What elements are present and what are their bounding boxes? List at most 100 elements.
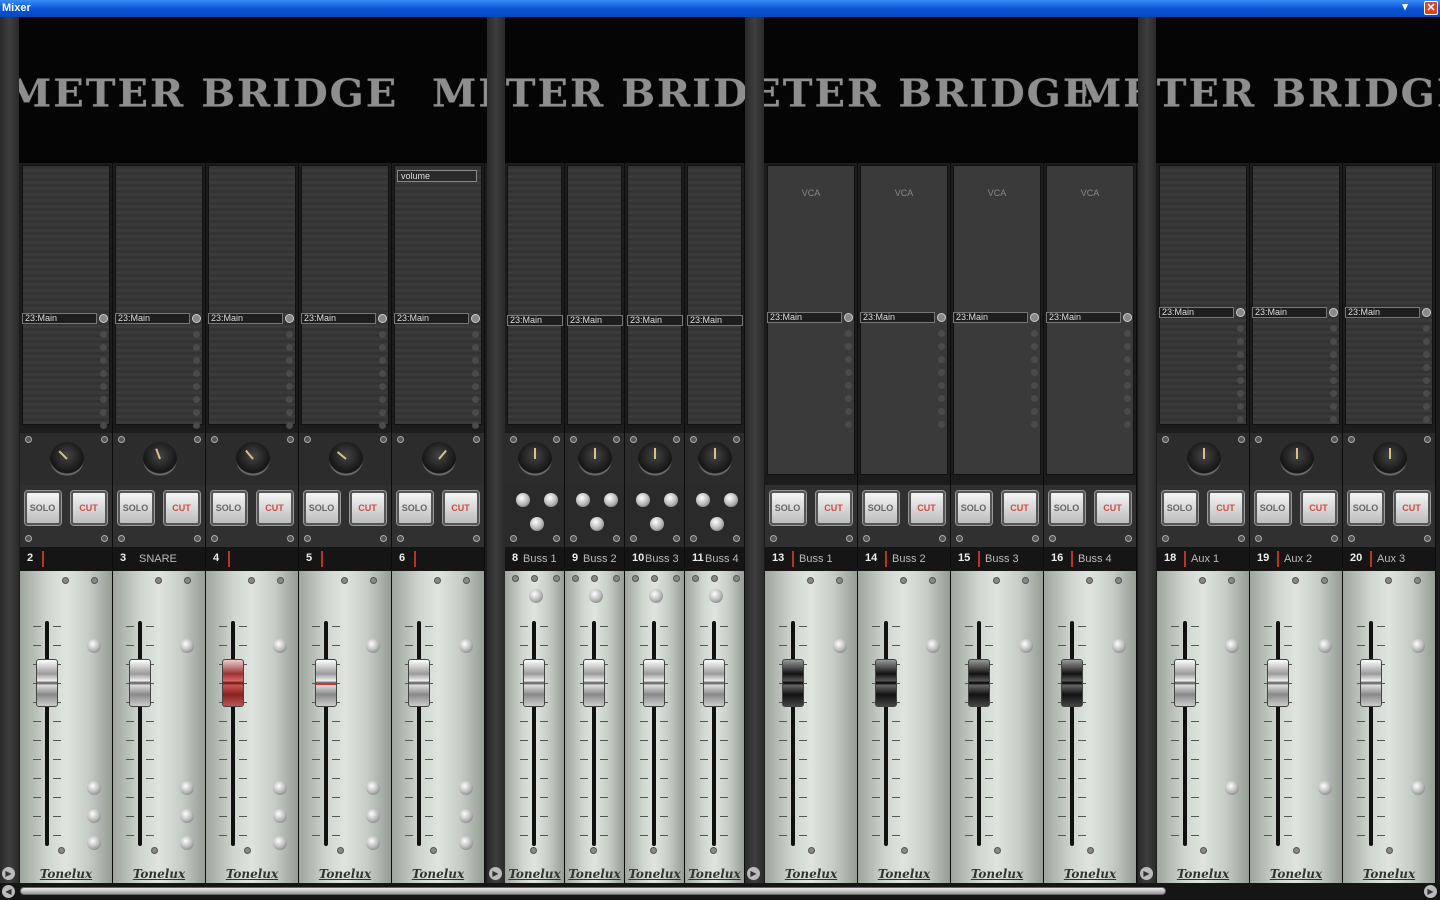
output-route-select[interactable]: 23:Main <box>507 315 563 326</box>
fader-cap[interactable] <box>408 659 430 707</box>
fader-button[interactable] <box>833 639 847 653</box>
fader-button[interactable] <box>366 639 380 653</box>
pan-knob[interactable] <box>328 442 363 476</box>
fader-button[interactable] <box>273 836 287 850</box>
pan-knob[interactable] <box>235 442 270 476</box>
channel-name[interactable]: Buss 1 <box>799 553 833 565</box>
fader-button[interactable] <box>529 589 543 603</box>
fader-button[interactable] <box>1225 639 1239 653</box>
fader-cap[interactable] <box>703 659 725 707</box>
send-knob[interactable] <box>544 493 558 507</box>
solo-button[interactable]: SOLO <box>1347 491 1384 525</box>
scroll-right-icon[interactable]: ▶ <box>1424 885 1437 898</box>
send-knob[interactable] <box>664 493 678 507</box>
send-knob[interactable] <box>636 493 650 507</box>
fader-button[interactable] <box>589 589 603 603</box>
fader-cap[interactable] <box>1267 659 1289 707</box>
fader-cap[interactable] <box>315 659 337 707</box>
fader-button[interactable] <box>1225 781 1239 795</box>
fader-button[interactable] <box>180 781 194 795</box>
send-knob[interactable] <box>576 493 590 507</box>
output-route-select[interactable]: 23:Main <box>953 312 1028 323</box>
fader-cap[interactable] <box>1061 659 1083 707</box>
channel-name[interactable]: Aux 1 <box>1191 553 1219 565</box>
fader-cap[interactable] <box>129 659 151 707</box>
fader-cap[interactable] <box>523 659 545 707</box>
route-menu-icon[interactable] <box>285 314 294 323</box>
fader-button[interactable] <box>366 781 380 795</box>
route-menu-icon[interactable] <box>99 314 108 323</box>
fader-cap[interactable] <box>782 659 804 707</box>
horizontal-scrollbar[interactable]: ◀ ▶ <box>0 883 1440 900</box>
route-menu-icon[interactable] <box>937 313 946 322</box>
output-route-select[interactable]: 23:Main <box>860 312 935 323</box>
pan-knob[interactable] <box>518 442 552 476</box>
output-route-select[interactable]: 23:Main <box>767 312 842 323</box>
collapse-arrow-icon[interactable]: ▶ <box>747 867 760 880</box>
cut-button[interactable]: CUT <box>349 491 386 525</box>
collapse-arrow-icon[interactable]: ▶ <box>489 867 502 880</box>
send-knob[interactable] <box>724 493 738 507</box>
fader-button[interactable] <box>1318 639 1332 653</box>
output-route-select[interactable]: 23:Main <box>1046 312 1121 323</box>
pin-icon[interactable]: ▾ <box>1398 0 1412 14</box>
fader-button[interactable] <box>1411 781 1425 795</box>
pan-knob[interactable] <box>49 442 84 476</box>
solo-button[interactable]: SOLO <box>396 491 433 525</box>
solo-button[interactable]: SOLO <box>1254 491 1291 525</box>
send-knob[interactable] <box>710 517 724 531</box>
output-route-select[interactable]: 23:Main <box>567 315 623 326</box>
channel-name[interactable]: Buss 2 <box>892 553 926 565</box>
cut-button[interactable]: CUT <box>1393 491 1430 525</box>
cut-button[interactable]: CUT <box>442 491 479 525</box>
route-menu-icon[interactable] <box>1123 313 1132 322</box>
output-route-select[interactable]: 23:Main <box>1159 307 1234 318</box>
collapse-arrow-icon[interactable]: ▶ <box>2 867 15 880</box>
fader-button[interactable] <box>926 639 940 653</box>
pan-knob[interactable] <box>578 442 612 476</box>
fader-button[interactable] <box>180 809 194 823</box>
fader-button[interactable] <box>459 781 473 795</box>
fader-button[interactable] <box>273 639 287 653</box>
send-knob[interactable] <box>604 493 618 507</box>
solo-button[interactable]: SOLO <box>955 491 992 525</box>
collapse-arrow-icon[interactable]: ▶ <box>1140 867 1153 880</box>
route-menu-icon[interactable] <box>192 314 201 323</box>
solo-button[interactable]: SOLO <box>303 491 340 525</box>
pan-knob[interactable] <box>142 442 177 476</box>
fader-button[interactable] <box>273 809 287 823</box>
fader-cap[interactable] <box>1174 659 1196 707</box>
channel-name[interactable]: Aux 2 <box>1284 553 1312 565</box>
fader-button[interactable] <box>1112 639 1126 653</box>
solo-button[interactable]: SOLO <box>117 491 154 525</box>
route-menu-icon[interactable] <box>1030 313 1039 322</box>
fader-button[interactable] <box>366 809 380 823</box>
fader-cap[interactable] <box>968 659 990 707</box>
fader-button[interactable] <box>709 589 723 603</box>
output-route-select[interactable]: 23:Main <box>22 313 97 324</box>
fader-button[interactable] <box>180 639 194 653</box>
fader-button[interactable] <box>180 836 194 850</box>
route-menu-icon[interactable] <box>844 313 853 322</box>
fader-button[interactable] <box>273 781 287 795</box>
solo-button[interactable]: SOLO <box>1161 491 1198 525</box>
fader-button[interactable] <box>366 836 380 850</box>
solo-button[interactable]: SOLO <box>862 491 899 525</box>
output-route-select[interactable]: 23:Main <box>1252 307 1327 318</box>
cut-button[interactable]: CUT <box>70 491 107 525</box>
fader-button[interactable] <box>649 589 663 603</box>
route-menu-icon[interactable] <box>1236 308 1245 317</box>
cut-button[interactable]: CUT <box>1001 491 1038 525</box>
send-knob[interactable] <box>530 517 544 531</box>
solo-button[interactable]: SOLO <box>1048 491 1085 525</box>
solo-button[interactable]: SOLO <box>769 491 806 525</box>
output-route-select[interactable]: 23:Main <box>301 313 376 324</box>
send-knob[interactable] <box>650 517 664 531</box>
solo-button[interactable]: SOLO <box>24 491 61 525</box>
route-menu-icon[interactable] <box>1422 308 1431 317</box>
fader-button[interactable] <box>1318 781 1332 795</box>
route-menu-icon[interactable] <box>378 314 387 323</box>
fader-cap[interactable] <box>643 659 665 707</box>
send-knob[interactable] <box>516 493 530 507</box>
channel-name[interactable]: Buss 2 <box>583 553 617 565</box>
